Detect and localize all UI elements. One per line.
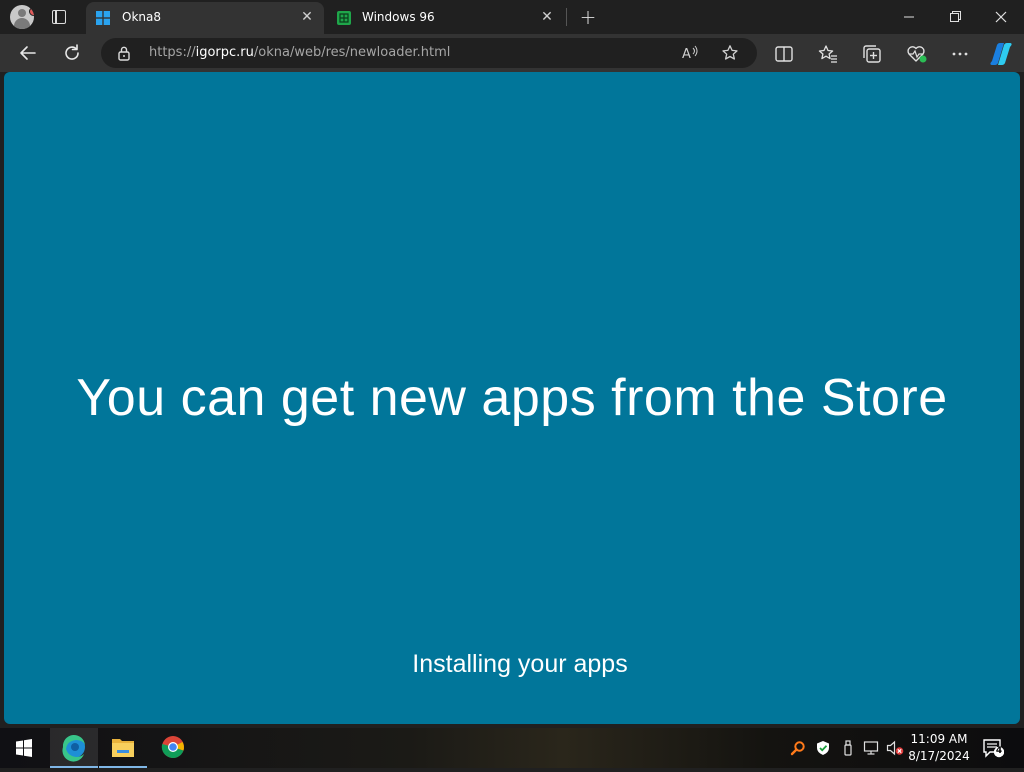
more-icon[interactable] — [950, 44, 970, 64]
restore-button[interactable] — [932, 0, 978, 34]
clock-time: 11:09 AM — [910, 732, 968, 746]
refresh-button[interactable] — [60, 41, 84, 65]
collections-icon[interactable] — [862, 44, 882, 64]
tab-separator — [566, 8, 567, 26]
chrome-icon — [161, 736, 184, 759]
start-icon — [16, 739, 32, 757]
address-bar[interactable]: https://igorpc.ru/okna/web/res/newloader… — [101, 38, 757, 68]
tab-strip: Okna8 ✕ Windows 96 ✕ + — [0, 0, 1024, 34]
close-icon — [995, 11, 1007, 23]
close-window-button[interactable] — [978, 0, 1024, 34]
windows-logo-icon — [96, 11, 110, 25]
edge-icon — [62, 734, 85, 762]
tab-close-icon[interactable]: ✕ — [300, 10, 314, 24]
notification-count-badge: 4 — [995, 746, 1003, 756]
lock-icon[interactable] — [117, 45, 131, 61]
copilot-icon[interactable] — [988, 41, 1014, 67]
tab-title: Windows 96 — [362, 10, 435, 24]
tab-okna8[interactable]: Okna8 ✕ — [86, 2, 324, 34]
action-center-button[interactable]: 4 — [982, 738, 1005, 758]
profile-alert-dot — [29, 7, 34, 16]
back-arrow-icon — [20, 46, 36, 60]
back-button[interactable] — [16, 41, 40, 65]
svg-text:A: A — [682, 47, 691, 62]
star-icon[interactable] — [721, 44, 739, 62]
network-icon[interactable] — [863, 740, 879, 756]
defender-icon[interactable] — [815, 740, 831, 756]
tab-actions-bar — [55, 10, 57, 24]
start-button[interactable] — [0, 728, 48, 768]
url-text[interactable]: https://igorpc.ru/okna/web/res/newloader… — [149, 45, 450, 60]
profile-head — [18, 9, 26, 17]
windows96-icon — [337, 11, 351, 25]
taskbar-chrome[interactable] — [149, 728, 197, 768]
profile-avatar-icon[interactable] — [10, 5, 34, 29]
profile-shoulders — [14, 18, 30, 29]
clock-date: 8/17/2024 — [908, 749, 970, 763]
tab-title: Okna8 — [122, 10, 161, 24]
web-page-viewport: You can get new apps from the Store Inst… — [4, 72, 1020, 724]
plus-icon[interactable]: + — [578, 7, 598, 27]
minimize-button[interactable] — [886, 0, 932, 34]
search-tray-icon[interactable] — [790, 740, 806, 756]
tab-actions-icon[interactable] — [50, 8, 68, 26]
read-aloud-icon[interactable]: A — [681, 44, 699, 62]
file-explorer-icon — [112, 739, 134, 757]
taskbar-file-explorer[interactable] — [99, 728, 147, 768]
url-host: igorpc.ru — [195, 45, 254, 60]
page-headline: You can get new apps from the Store — [76, 369, 948, 427]
url-scheme: https:// — [149, 45, 196, 60]
favorites-icon[interactable] — [818, 44, 838, 64]
usb-icon[interactable] — [840, 740, 856, 756]
minimize-icon — [904, 16, 914, 18]
taskbar: 11:09 AM 8/17/2024 4 — [0, 728, 1024, 768]
restore-icon — [950, 11, 961, 22]
installing-status: Installing your apps — [412, 650, 628, 678]
volume-muted-icon[interactable] — [886, 740, 904, 756]
browser-essentials-icon[interactable] — [906, 44, 928, 64]
url-path: /okna/web/res/newloader.html — [253, 45, 451, 60]
taskbar-clock[interactable]: 11:09 AM 8/17/2024 — [906, 731, 972, 765]
split-screen-icon[interactable] — [774, 44, 794, 64]
taskbar-edge[interactable] — [50, 728, 98, 768]
tab-windows96[interactable]: Windows 96 ✕ — [326, 2, 564, 34]
tab-close-icon[interactable]: ✕ — [540, 10, 554, 24]
refresh-icon — [65, 44, 79, 60]
